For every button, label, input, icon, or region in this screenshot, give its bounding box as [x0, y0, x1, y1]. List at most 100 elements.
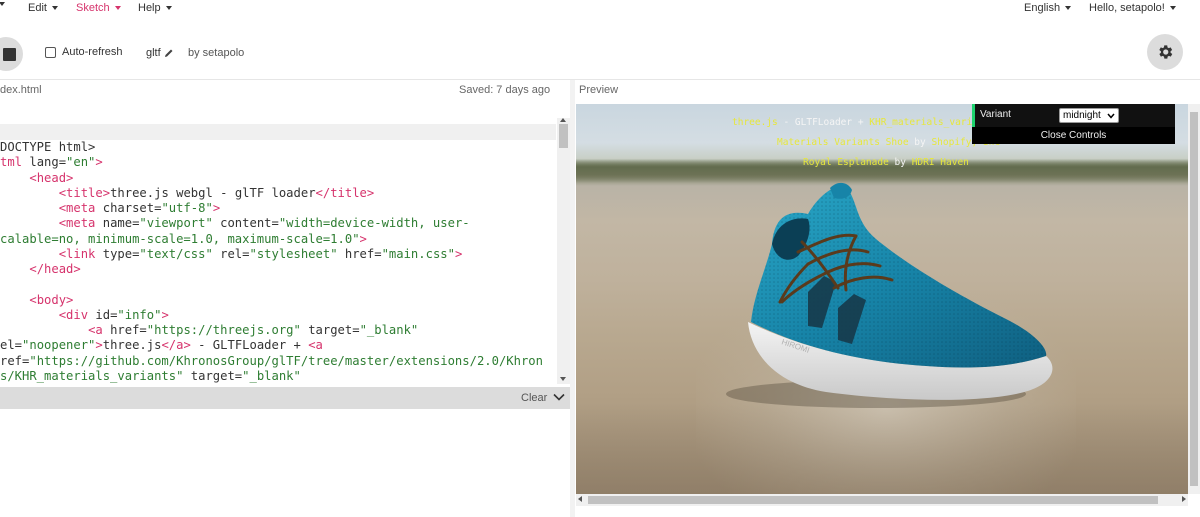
- code-token: "main.css": [381, 246, 455, 261]
- menu-edit[interactable]: Edit: [28, 2, 58, 14]
- scroll-down-icon[interactable]: [560, 377, 566, 381]
- code-token: >: [359, 231, 367, 246]
- code-token: <a: [88, 323, 111, 337]
- code-editor[interactable]: DOCTYPE html> tml lang="en"> <head> <titl…: [0, 104, 570, 384]
- code-token: >: [95, 155, 103, 170]
- code-line: <meta name="viewport" content="width=dev…: [0, 216, 556, 231]
- preview-label: Preview: [579, 84, 619, 96]
- settings-button[interactable]: [1147, 34, 1183, 70]
- materials-variants-shoe-link[interactable]: Materials Variants Shoe: [777, 137, 909, 148]
- toolbar: Auto-refresh gltf by setapolo: [0, 24, 1200, 80]
- code-token: name=: [102, 216, 140, 231]
- code-token: rel=: [212, 246, 250, 261]
- code-token: type=: [102, 246, 140, 261]
- code-token: "noopener": [22, 338, 96, 353]
- code-line: <meta charset="utf-8">: [0, 201, 556, 216]
- code-token: id=: [95, 307, 118, 322]
- code-line: ref="https://github.com/KhronosGroup/glT…: [0, 354, 556, 369]
- chevron-down-icon[interactable]: [553, 391, 565, 403]
- code-line: <body>: [0, 293, 556, 308]
- chevron-down-icon: [1107, 113, 1115, 119]
- variant-select[interactable]: midnight: [1059, 108, 1119, 123]
- pane-divider[interactable]: [570, 80, 575, 517]
- info-line-2: Materials Variants Shoe by Shopify, Inc: [777, 137, 1000, 148]
- code-token: s/KHR_materials_variants": [0, 368, 184, 383]
- user-menu[interactable]: Hello, setapolo!: [1089, 2, 1176, 14]
- code-token: <link: [58, 246, 103, 261]
- pencil-icon[interactable]: [164, 48, 174, 58]
- code-token: "viewport": [139, 216, 213, 231]
- code-line: calable=no, minimum-scale=1.0, maximum-s…: [0, 232, 556, 247]
- code-token: <meta: [58, 201, 103, 215]
- sketch-name[interactable]: gltf: [146, 47, 174, 59]
- info-by: by: [888, 157, 912, 168]
- preview-scrollbar-horizontal[interactable]: [576, 494, 1188, 506]
- code-token: "stylesheet": [249, 246, 338, 261]
- menu-sketch[interactable]: Sketch: [76, 2, 121, 14]
- code-token: target=: [183, 368, 243, 383]
- code-token: </title>: [315, 185, 375, 200]
- auto-refresh-label: Auto-refresh: [62, 46, 123, 58]
- code-token: <meta: [58, 216, 103, 231]
- code-token: href=: [337, 246, 382, 261]
- code-line: <link type="text/css" rel="stylesheet" h…: [0, 247, 556, 262]
- auto-refresh-checkbox[interactable]: [45, 46, 56, 58]
- preview-scrollbar-vertical[interactable]: [1188, 104, 1200, 494]
- code-token: charset=: [102, 201, 162, 215]
- code-token: href=: [110, 323, 147, 337]
- code-line: el="noopener">three.js</a> - GLTFLoader …: [0, 338, 556, 353]
- code-line: <a href="https://threejs.org" target="_b…: [0, 323, 556, 338]
- code-content[interactable]: DOCTYPE html> tml lang="en"> <head> <titl…: [0, 140, 556, 384]
- code-line: tml lang="en">: [0, 155, 556, 170]
- code-token: "width=device-width, user-: [278, 216, 470, 231]
- scroll-left-icon[interactable]: [578, 496, 582, 502]
- language-label: English: [1024, 2, 1061, 14]
- chevron-down-icon: [165, 6, 172, 10]
- threejs-link[interactable]: three.js: [732, 117, 778, 128]
- code-token: content=: [212, 216, 279, 231]
- scroll-right-icon[interactable]: [1182, 496, 1186, 502]
- language-selector[interactable]: English: [1024, 2, 1072, 14]
- info-line-1: three.js - GLTFLoader + KHR_materials_va…: [732, 117, 995, 128]
- sketch-name-text: gltf: [146, 47, 161, 59]
- code-token: DOCTYPE html>: [0, 140, 96, 154]
- code-token: >: [212, 201, 221, 215]
- preview-canvas[interactable]: HIROMI three.js - GLTFLoader + KHR_mater…: [576, 104, 1188, 494]
- stop-button[interactable]: [0, 37, 23, 71]
- chevron-down-icon: [1169, 6, 1176, 10]
- saved-status: Saved: 7 days ago: [459, 84, 551, 96]
- editor-scrollbar-thumb[interactable]: [559, 124, 568, 148]
- scroll-up-icon[interactable]: [560, 118, 566, 122]
- code-token: <head>: [29, 170, 74, 185]
- close-controls-button[interactable]: Close Controls: [972, 127, 1175, 144]
- console-clear-button[interactable]: Clear: [521, 392, 547, 404]
- code-token: ref=: [0, 353, 30, 368]
- hdri-haven-link[interactable]: HDRI Haven: [912, 157, 969, 168]
- menu-help[interactable]: Help: [138, 2, 172, 14]
- code-token: <body>: [29, 292, 74, 307]
- code-token: three.js: [102, 338, 162, 353]
- preview-hscroll-thumb[interactable]: [588, 496, 1158, 504]
- code-token: "text/css": [139, 246, 213, 261]
- partial-menu-caret[interactable]: [0, 2, 5, 6]
- code-token: >: [454, 246, 463, 261]
- code-token: >: [161, 307, 169, 322]
- menu-sketch-label: Sketch: [76, 2, 110, 14]
- variant-control: Variant midnight: [972, 104, 1175, 127]
- gear-icon: [1159, 45, 1173, 59]
- auto-refresh-toggle[interactable]: Auto-refresh: [45, 46, 123, 58]
- preview-scrollbar-thumb[interactable]: [1190, 112, 1198, 486]
- code-token: "utf-8": [161, 201, 213, 215]
- editor-scrollbar[interactable]: [557, 118, 570, 384]
- code-token: <div: [58, 307, 96, 322]
- info-separator: - GLTFLoader +: [777, 117, 870, 128]
- royal-esplanade-link[interactable]: Royal Esplanade: [803, 157, 889, 168]
